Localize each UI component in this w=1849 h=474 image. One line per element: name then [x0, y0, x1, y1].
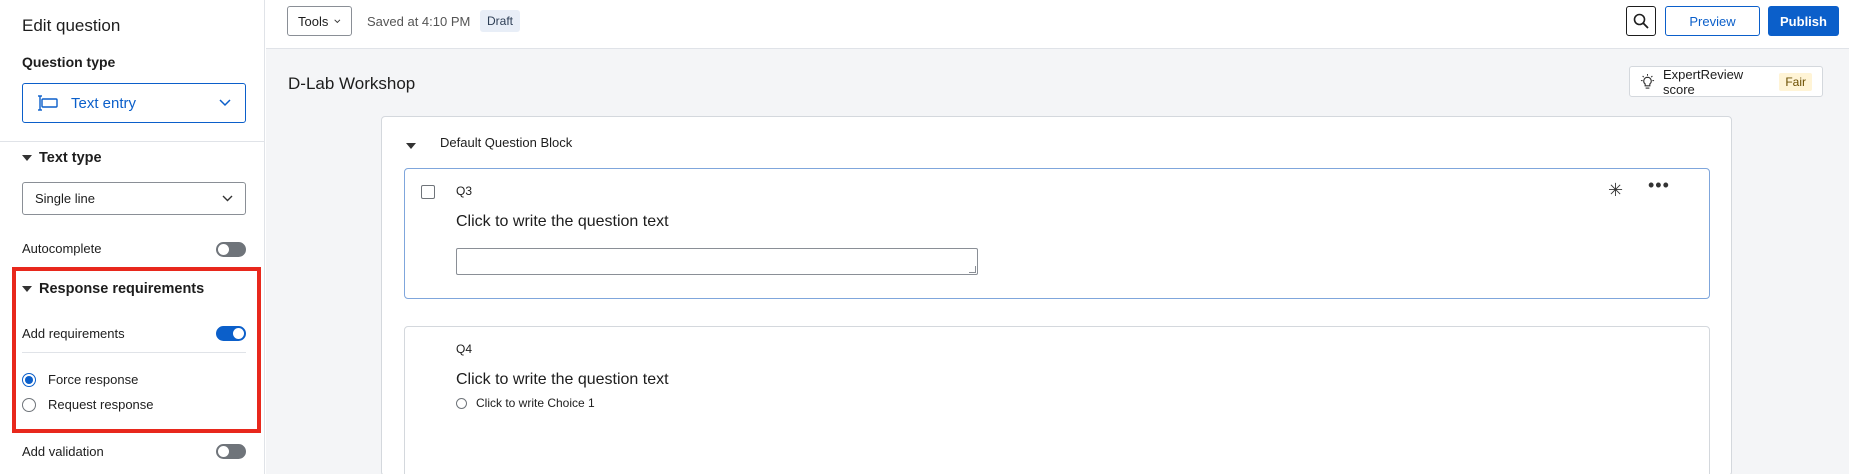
question-number: Q4	[456, 342, 473, 356]
caret-down-icon	[22, 155, 32, 161]
text-entry-preview-input	[456, 248, 978, 275]
expert-review-score-badge: Fair	[1779, 72, 1812, 91]
tools-button[interactable]: Tools	[287, 6, 352, 36]
question-number: Q3	[456, 184, 473, 198]
question-select-checkbox[interactable]	[421, 185, 435, 199]
draft-badge: Draft	[480, 10, 521, 32]
preview-button[interactable]: Preview	[1665, 6, 1760, 36]
lightbulb-icon	[1640, 73, 1655, 89]
search-icon	[1633, 13, 1649, 29]
choice-item[interactable]: Click to write Choice 1	[456, 396, 595, 410]
autocomplete-label: Autocomplete	[22, 241, 102, 256]
question-text[interactable]: Click to write the question text	[456, 213, 669, 231]
add-requirements-toggle[interactable]	[216, 326, 246, 341]
search-button[interactable]	[1626, 6, 1656, 36]
text-type-toggle[interactable]: Text type	[22, 150, 102, 166]
radio-label: Force response	[48, 372, 139, 387]
text-type-heading: Text type	[39, 150, 102, 166]
caret-down-icon	[22, 286, 32, 292]
caret-down-icon[interactable]	[406, 142, 416, 149]
add-validation-toggle[interactable]	[216, 444, 246, 459]
add-requirements-label: Add requirements	[22, 326, 125, 341]
resize-handle-icon	[969, 266, 976, 273]
required-asterisk-icon[interactable]: ✳	[1608, 180, 1623, 201]
question-card-q4[interactable]: Q4 Click to write the question text Clic…	[404, 326, 1710, 474]
choice-label[interactable]: Click to write Choice 1	[476, 396, 595, 410]
publish-button[interactable]: Publish	[1768, 6, 1839, 36]
text-type-select[interactable]: Single line	[22, 182, 246, 215]
question-text[interactable]: Click to write the question text	[456, 371, 669, 389]
survey-canvas: D-Lab Workshop ExpertReview score Fair D…	[266, 49, 1849, 474]
chevron-down-icon	[334, 19, 341, 23]
divider	[0, 141, 265, 142]
divider	[22, 352, 246, 353]
radio-label: Request response	[48, 397, 154, 412]
toggle-knob	[218, 446, 229, 457]
response-requirements-toggle[interactable]: Response requirements	[22, 281, 204, 297]
more-options-icon[interactable]: •••	[1648, 175, 1670, 196]
expert-review-button[interactable]: ExpertReview score Fair	[1629, 66, 1823, 97]
question-type-dropdown[interactable]: Text entry	[22, 83, 246, 123]
expert-review-label: ExpertReview score	[1663, 66, 1744, 97]
response-requirements-heading: Response requirements	[39, 281, 205, 297]
radio-unchecked[interactable]	[22, 397, 36, 412]
autocomplete-toggle[interactable]	[216, 242, 246, 257]
question-type-label: Question type	[22, 54, 116, 70]
top-toolbar: Tools Saved at 4:10 PM Draft Preview Pub…	[266, 0, 1849, 49]
chevron-down-icon	[219, 99, 231, 107]
tools-label: Tools	[298, 13, 329, 29]
text-entry-icon	[38, 95, 58, 111]
panel-title: Edit question	[22, 16, 121, 35]
toggle-knob	[218, 244, 229, 255]
add-validation-label: Add validation	[22, 444, 104, 459]
request-response-radio[interactable]: Request response	[22, 397, 154, 412]
chevron-down-icon	[222, 195, 233, 202]
text-type-value: Single line	[35, 191, 95, 206]
toggle-knob	[233, 328, 244, 339]
question-card-q3[interactable]: Q3 Click to write the question text ✳ ••…	[404, 168, 1710, 299]
block-title: Default Question Block	[440, 135, 573, 150]
choice-radio	[456, 397, 467, 409]
block-header[interactable]: Default Question Block	[406, 135, 572, 150]
question-block: Default Question Block Q3 Click to write…	[381, 116, 1732, 474]
survey-title: D-Lab Workshop	[288, 74, 416, 93]
radio-checked[interactable]	[22, 372, 36, 387]
force-response-radio[interactable]: Force response	[22, 372, 138, 387]
saved-status: Saved at 4:10 PM	[367, 14, 471, 29]
edit-question-panel: Edit question Question type Text entry T…	[0, 0, 265, 474]
question-type-value: Text entry	[71, 94, 137, 112]
